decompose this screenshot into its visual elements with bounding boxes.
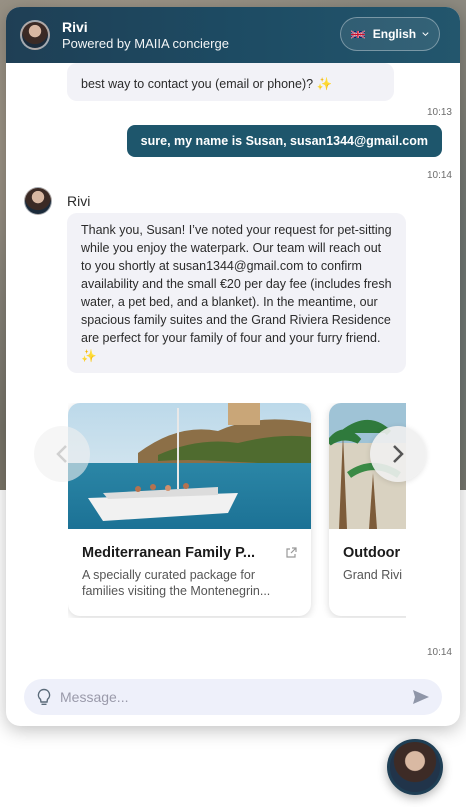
uk-flag-icon [351,29,365,39]
chat-launcher-button[interactable] [387,739,443,795]
bot-message: Thank you, Susan! I’ve noted your reques… [67,213,406,373]
chat-widget: Rivi Powered by MAIIA concierge English … [6,7,460,726]
chevron-left-icon [56,445,67,463]
carousel-next-button[interactable] [370,426,426,482]
bot-message-text: Thank you, Susan! I’ve noted your reques… [81,223,392,363]
header-text: Rivi Powered by MAIIA concierge [62,19,229,51]
chat-header: Rivi Powered by MAIIA concierge English [6,7,460,63]
message-input[interactable] [60,689,412,705]
lightbulb-icon[interactable] [36,688,52,706]
bot-message-header: Rivi [24,187,90,215]
chevron-right-icon [393,445,404,463]
card-description: A specially curated package for families… [82,568,271,598]
assistant-avatar [20,20,50,50]
assistant-name: Rivi [62,18,88,35]
package-card[interactable]: Mediterranean Family P... A specially cu… [68,403,311,616]
language-label: English [372,27,417,41]
timestamp: 10:13 [426,107,452,118]
card-title[interactable]: Outdoor [343,545,400,561]
card-description: Grand Rivi is the high [343,568,406,582]
card-image [68,403,311,589]
assistant-avatar [24,187,52,215]
message-composer [24,679,442,715]
card-carousel[interactable]: Mediterranean Family P... A specially cu… [68,403,406,618]
powered-by-label: Powered by MAIIA concierge [62,35,229,51]
user-message: sure, my name is Susan, susan1344@gmail.… [126,125,442,157]
carousel-prev-button[interactable] [34,426,90,482]
chevron-down-icon [422,32,429,37]
external-link-icon[interactable] [285,547,297,559]
bot-message-text: best way to contact you (email or phone)… [81,77,333,91]
bot-name: Rivi [67,193,91,209]
timestamp: 10:14 [426,647,452,658]
timestamp: 10:14 [426,170,452,181]
send-icon[interactable] [412,689,430,705]
bot-message-previous: best way to contact you (email or phone)… [67,63,394,101]
language-selector[interactable]: English [340,17,440,51]
message-list[interactable]: best way to contact you (email or phone)… [6,63,460,663]
card-title[interactable]: Mediterranean Family P... [82,545,255,561]
